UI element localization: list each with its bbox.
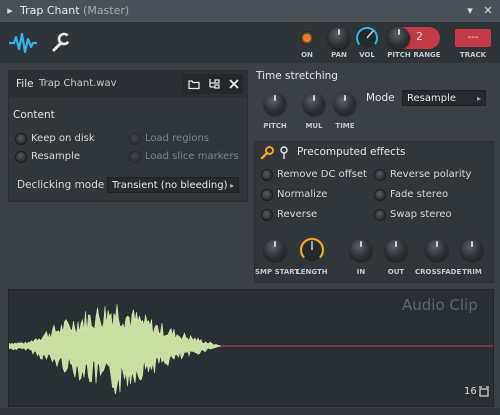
- sample-settings-panel: File Trap Chant.wav Content Keep on disk…: [8, 70, 248, 202]
- resample-label: Resample: [31, 151, 81, 162]
- keep-on-disk-label: Keep on disk: [31, 133, 95, 144]
- menu-icon[interactable]: ▾: [463, 4, 477, 18]
- chevron-right-icon: ▸: [229, 181, 234, 190]
- file-label: File: [16, 78, 34, 90]
- ts-mul-knob[interactable]: [303, 93, 325, 115]
- folder-icon[interactable]: [187, 77, 201, 91]
- in-label: IN: [356, 268, 366, 276]
- out-knob[interactable]: [385, 239, 407, 261]
- track-selector[interactable]: ---: [455, 29, 491, 47]
- clip-count: 16: [464, 386, 477, 397]
- waveform-display[interactable]: Audio Clip 16: [8, 289, 494, 407]
- ts-pitch-label: PITCH: [263, 122, 287, 130]
- swap-stereo-label: Swap stereo: [390, 209, 452, 220]
- on-label: ON: [301, 51, 313, 59]
- waveform-icon: [9, 32, 37, 54]
- remove-dc-radio[interactable]: [261, 169, 273, 181]
- load-regions-label: Load regions: [145, 133, 210, 144]
- reverse-radio[interactable]: [261, 209, 273, 221]
- channel-toolbar: ON PAN VOL 2 PITCH RANGE --- TRACK: [0, 23, 500, 63]
- reverse-polarity-radio[interactable]: [374, 169, 386, 181]
- mode-label: Mode: [366, 92, 395, 104]
- chevron-right-icon: ▸: [476, 94, 481, 103]
- mode-value: Resample: [407, 93, 457, 104]
- fade-stereo-label: Fade stereo: [390, 189, 449, 200]
- declicking-label: Declicking mode: [17, 179, 105, 191]
- window-title: Trap Chant (Master): [20, 4, 129, 17]
- pitch-knob[interactable]: [388, 27, 410, 49]
- pan-label: PAN: [331, 51, 347, 59]
- vol-label: VOL: [359, 51, 375, 59]
- file-name[interactable]: Trap Chant.wav: [39, 78, 117, 89]
- time-stretching-panel: Time stretching PITCH MUL TIME Mode Resa…: [252, 66, 494, 138]
- settings-tab[interactable]: [48, 31, 73, 55]
- on-led-icon: [303, 34, 311, 42]
- loop-icon[interactable]: [478, 386, 490, 398]
- time-stretching-title: Time stretching: [256, 70, 338, 82]
- ts-time-knob[interactable]: [334, 93, 356, 115]
- swap-stereo-radio[interactable]: [374, 209, 386, 221]
- declicking-value: Transient (no bleeding): [112, 180, 228, 191]
- normalize-radio[interactable]: [261, 189, 273, 201]
- browse-folder-icon[interactable]: [207, 77, 221, 91]
- close-icon[interactable]: ✕: [481, 4, 495, 18]
- file-row: File Trap Chant.wav: [9, 71, 247, 97]
- crossfade-knob[interactable]: [426, 239, 448, 261]
- file-actions: [183, 74, 243, 94]
- remove-dc-label: Remove DC offset: [277, 169, 367, 180]
- length-knob[interactable]: [298, 236, 326, 264]
- crossfade-label: CROSSFADE: [415, 268, 462, 276]
- keep-on-disk-radio[interactable]: [15, 133, 27, 145]
- range-value[interactable]: 2: [416, 30, 423, 43]
- length-knob-ring: [299, 237, 325, 261]
- precomputed-title: Precomputed effects: [297, 146, 406, 158]
- load-regions-radio[interactable]: [129, 133, 141, 145]
- length-label: LENGTH: [296, 268, 328, 276]
- volume-knob-ring: [356, 26, 378, 48]
- declicking-dropdown[interactable]: Transient (no bleeding) ▸: [107, 177, 239, 193]
- in-knob[interactable]: [350, 239, 372, 261]
- volume-knob[interactable]: [354, 25, 380, 51]
- content-title: Content: [13, 109, 55, 121]
- trim-label: TRIM: [462, 268, 482, 276]
- pitch-range-control: 2: [388, 27, 440, 49]
- resample-radio[interactable]: [15, 151, 27, 163]
- normalize-label: Normalize: [277, 189, 328, 200]
- collapse-icon[interactable]: ▸: [3, 4, 17, 18]
- range-label: RANGE: [413, 51, 441, 59]
- reverse-polarity-label: Reverse polarity: [390, 169, 472, 180]
- smp-start-label: SMP START: [255, 268, 300, 276]
- bottom-strip: [0, 408, 500, 415]
- wrench-icon: [52, 32, 73, 52]
- fade-stereo-radio[interactable]: [374, 189, 386, 201]
- window-subtitle: (Master): [83, 4, 130, 17]
- load-slice-markers-radio[interactable]: [129, 151, 141, 163]
- mode-dropdown[interactable]: Resample ▸: [402, 90, 486, 106]
- remove-file-icon[interactable]: [227, 77, 241, 91]
- on-toggle[interactable]: [300, 31, 314, 45]
- pitch-label: PITCH: [387, 51, 411, 59]
- load-slice-markers-label: Load slice markers: [145, 151, 239, 162]
- ts-time-label: TIME: [335, 122, 355, 130]
- wrench-icon[interactable]: [259, 145, 275, 161]
- reverse-label: Reverse: [277, 209, 318, 220]
- title-bar: ▸ Trap Chant (Master) ▾ ✕: [0, 0, 500, 23]
- precomputed-effects-panel: Precomputed effects Remove DC offset Nor…: [254, 141, 494, 283]
- trim-knob[interactable]: [461, 239, 483, 261]
- pan-knob[interactable]: [328, 27, 350, 49]
- ts-pitch-knob[interactable]: [264, 93, 286, 115]
- window-title-text: Trap Chant: [20, 4, 80, 17]
- track-label: TRACK: [459, 51, 487, 59]
- out-label: OUT: [387, 268, 405, 276]
- clip-watermark: Audio Clip: [402, 296, 478, 314]
- ts-mul-label: MUL: [305, 122, 323, 130]
- smp-start-knob[interactable]: [264, 239, 286, 261]
- waveform-tab[interactable]: [6, 30, 40, 56]
- pin-icon[interactable]: [279, 145, 289, 161]
